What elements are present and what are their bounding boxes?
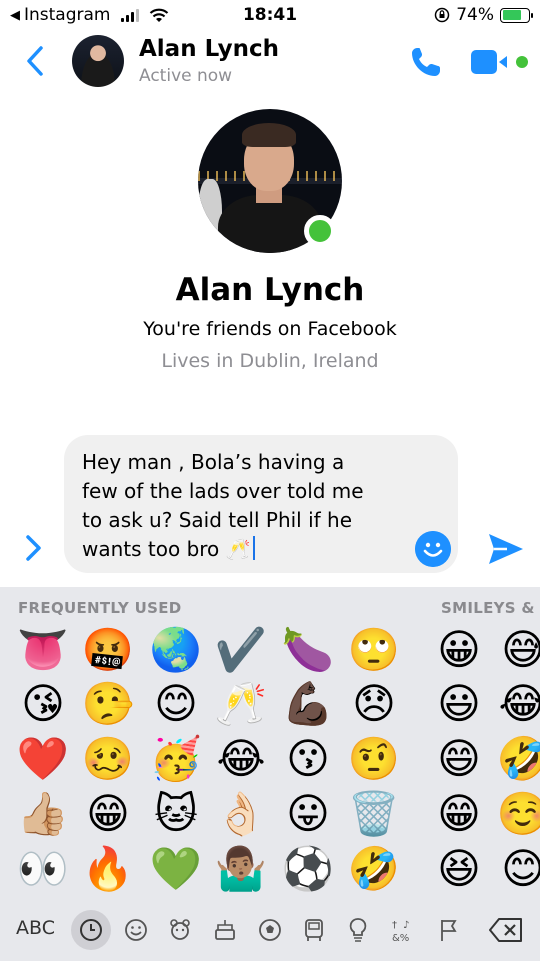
- emoji-key[interactable]: 😛: [281, 787, 335, 841]
- section-frequently-used: FREQUENTLY USED: [18, 599, 182, 617]
- emoji-key[interactable]: 🌏: [149, 623, 203, 677]
- back-chevron-icon[interactable]: [22, 44, 50, 78]
- emoji-key[interactable]: 😗: [281, 732, 335, 786]
- emoji-key[interactable]: ❤️: [16, 732, 70, 786]
- emoji-key[interactable]: 👌🏻: [214, 787, 268, 841]
- message-input-text[interactable]: Hey man , Bola’s having a few of the lad…: [82, 448, 392, 564]
- emoji-key[interactable]: 🤷🏽‍♂️: [214, 842, 268, 896]
- emoji-key[interactable]: 🤣: [347, 842, 401, 896]
- text-cursor: [252, 536, 255, 560]
- orientation-lock-icon: [434, 7, 450, 23]
- backspace-icon[interactable]: [488, 917, 524, 943]
- emoji-key[interactable]: 🙄: [347, 623, 401, 677]
- phone-call-icon[interactable]: [408, 44, 444, 80]
- svg-text:†: †: [392, 920, 397, 931]
- smiley-icon[interactable]: [122, 916, 150, 944]
- emoji-key[interactable]: 😅: [496, 623, 540, 677]
- travel-icon[interactable]: [300, 916, 328, 944]
- emoji-key[interactable]: 💪🏿: [281, 677, 335, 731]
- svg-text:&%: &%: [392, 933, 409, 944]
- emoji-key[interactable]: 😁: [81, 787, 135, 841]
- message-input[interactable]: Hey man , Bola’s having a few of the lad…: [64, 435, 458, 573]
- abc-keyboard-button[interactable]: ABC: [16, 917, 55, 939]
- emoji-key[interactable]: 😁: [432, 787, 486, 841]
- emoji-key[interactable]: 😊: [496, 842, 540, 896]
- status-bar: ◀ Instagram 18:41 74%: [0, 0, 540, 30]
- emoji-key[interactable]: 😊: [149, 677, 203, 731]
- emoji-key[interactable]: 🥳: [149, 732, 203, 786]
- emoji-key[interactable]: 🥂: [214, 677, 268, 731]
- message-line: to ask u? Said tell Phil if he: [82, 508, 353, 532]
- object-icon[interactable]: [344, 916, 372, 944]
- emoji-key[interactable]: 😂: [214, 732, 268, 786]
- emoji-key[interactable]: 🐱: [149, 787, 203, 841]
- food-icon[interactable]: [211, 916, 239, 944]
- emoji-key[interactable]: 😂: [496, 677, 540, 731]
- emoji-key[interactable]: ⚽: [281, 842, 335, 896]
- message-line: wants too bro 🥂: [82, 537, 251, 561]
- emoji-key[interactable]: 🔥: [81, 842, 135, 896]
- emoji-key[interactable]: 🥴: [81, 732, 135, 786]
- emoji-key[interactable]: 👍🏼: [16, 787, 70, 841]
- status-right: 74%: [434, 5, 533, 25]
- message-line: Hey man , Bola’s having a: [82, 450, 345, 474]
- emoji-key[interactable]: 🤥: [81, 677, 135, 731]
- emoji-keyboard: FREQUENTLY USED SMILEYS & 👅 🤬 🌏 ✔️ 🍆 🙄 😘 🤥 😊 🥂 💪🏿 😞…: [0, 587, 540, 961]
- emoji-key[interactable]: 😞: [347, 677, 401, 731]
- profile-name: Alan Lynch: [175, 272, 365, 308]
- chat-header: Alan Lynch Active now: [0, 30, 540, 92]
- profile-location-text: Lives in Dublin, Ireland: [161, 350, 379, 372]
- emoji-key[interactable]: ✔️: [214, 623, 268, 677]
- emoji-key[interactable]: 🤣: [496, 732, 540, 786]
- emoji-key[interactable]: 🗑️: [347, 787, 401, 841]
- emoji-key[interactable]: ☺️: [496, 787, 540, 841]
- emoji-key[interactable]: 😘: [16, 677, 70, 731]
- send-icon[interactable]: [487, 531, 525, 567]
- battery-icon: [500, 7, 533, 23]
- header-avatar[interactable]: [72, 35, 124, 87]
- flag-icon[interactable]: [435, 916, 463, 944]
- video-call-icon[interactable]: [470, 47, 530, 77]
- emoji-key[interactable]: 👅: [16, 623, 70, 677]
- emoji-key[interactable]: 😀: [432, 623, 486, 677]
- emoji-key[interactable]: 👀: [16, 842, 70, 896]
- activity-icon[interactable]: [256, 916, 284, 944]
- emoji-key[interactable]: 😃: [432, 677, 486, 731]
- emoji-key[interactable]: 🤬: [81, 623, 135, 677]
- emoji-key[interactable]: 😆: [432, 842, 486, 896]
- message-line: few of the lads over told me: [82, 479, 364, 503]
- profile-friends-text: You're friends on Facebook: [143, 318, 397, 340]
- expand-actions-chevron-icon[interactable]: [20, 532, 46, 564]
- online-status-dot: [304, 215, 336, 247]
- emoji-key[interactable]: 💚: [149, 842, 203, 896]
- svg-text:♪: ♪: [403, 920, 409, 931]
- symbol-icon[interactable]: † ♪ &%: [389, 916, 417, 944]
- emoji-key[interactable]: 😄: [432, 732, 486, 786]
- recent-icon: [80, 919, 102, 941]
- keyboard-category-bar: ABC † ♪ &%: [0, 903, 540, 961]
- emoji-key[interactable]: 🍆: [281, 623, 335, 677]
- header-active-status: Active now: [139, 66, 233, 86]
- header-contact-name[interactable]: Alan Lynch: [139, 36, 279, 62]
- recent-category-tab[interactable]: [71, 910, 111, 950]
- animal-icon[interactable]: [166, 916, 194, 944]
- battery-percent: 74%: [456, 5, 494, 25]
- emoji-key[interactable]: 🤨: [347, 732, 401, 786]
- emoji-picker-icon[interactable]: [415, 531, 451, 567]
- emoji-grid: 👅 🤬 🌏 ✔️ 🍆 🙄 😘 🤥 😊 🥂 💪🏿 😞 ❤️ 🥴 🥳 😂 😗 🤨 👍🏼 😁 🐱 👌🏻 😛 🗑️ 👀 🔥 💚 🤷🏽‍♂️ ⚽ 🤣…: [0, 623, 540, 903]
- section-smileys: SMILEYS &: [441, 599, 535, 617]
